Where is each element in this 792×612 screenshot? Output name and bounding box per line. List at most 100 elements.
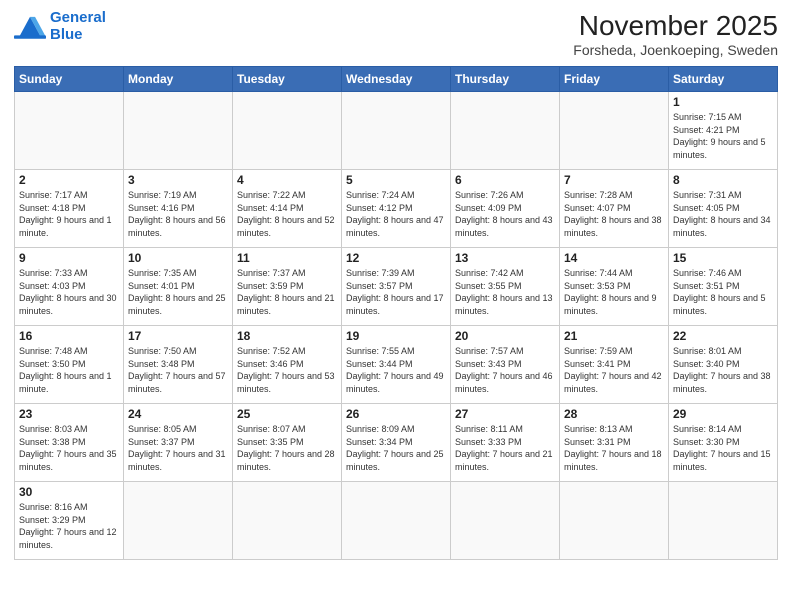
day-cell: 13 Sunrise: 7:42 AM Sunset: 3:55 PM Dayli… [451, 248, 560, 326]
logo-icon [14, 13, 46, 41]
day-number: 9 [19, 251, 119, 265]
day-number: 21 [564, 329, 664, 343]
col-wednesday: Wednesday [342, 67, 451, 92]
day-cell [451, 92, 560, 170]
day-cell: 7 Sunrise: 7:28 AM Sunset: 4:07 PM Daylig… [560, 170, 669, 248]
week-row-3: 16 Sunrise: 7:48 AM Sunset: 3:50 PM Dayli… [15, 326, 778, 404]
day-cell [560, 92, 669, 170]
day-info: Sunrise: 7:44 AM Sunset: 3:53 PM Dayligh… [564, 267, 664, 317]
day-info: Sunrise: 7:42 AM Sunset: 3:55 PM Dayligh… [455, 267, 555, 317]
day-cell: 12Sunrise: 7:39 AM Sunset: 3:57 PM Dayli… [342, 248, 451, 326]
day-cell: 29Sunrise: 8:14 AM Sunset: 3:30 PM Dayli… [669, 404, 778, 482]
day-number: 28 [564, 407, 664, 421]
day-info: Sunrise: 7:55 AM Sunset: 3:44 PM Dayligh… [346, 345, 446, 395]
day-number: 20 [455, 329, 555, 343]
day-number: 23 [19, 407, 119, 421]
title-block: November 2025 Forsheda, Joenkoeping, Swe… [573, 10, 778, 58]
day-number: 27 [455, 407, 555, 421]
day-number: 3 [128, 173, 228, 187]
day-info: Sunrise: 8:01 AM Sunset: 3:40 PM Dayligh… [673, 345, 773, 395]
day-cell: 3Sunrise: 7:19 AM Sunset: 4:16 PM Daylig… [124, 170, 233, 248]
calendar-title: November 2025 [573, 10, 778, 42]
col-tuesday: Tuesday [233, 67, 342, 92]
day-info: Sunrise: 7:50 AM Sunset: 3:48 PM Dayligh… [128, 345, 228, 395]
day-number: 1 [673, 95, 773, 109]
day-number: 5 [346, 173, 446, 187]
calendar-table: Sunday Monday Tuesday Wednesday Thursday… [14, 66, 778, 560]
day-info: Sunrise: 7:35 AM Sunset: 4:01 PM Dayligh… [128, 267, 228, 317]
day-cell [233, 482, 342, 560]
day-cell: 28Sunrise: 8:13 AM Sunset: 3:31 PM Dayli… [560, 404, 669, 482]
day-cell: 19Sunrise: 7:55 AM Sunset: 3:44 PM Dayli… [342, 326, 451, 404]
day-cell [342, 92, 451, 170]
col-sunday: Sunday [15, 67, 124, 92]
day-cell: 30 Sunrise: 8:16 AM Sunset: 3:29 PM Dayli… [15, 482, 124, 560]
day-info: Sunrise: 8:16 AM Sunset: 3:29 PM Dayligh… [19, 501, 119, 551]
logo-text: General Blue [50, 10, 106, 43]
page: General Blue November 2025 Forsheda, Joe… [0, 0, 792, 612]
day-info: Sunrise: 7:37 AM Sunset: 3:59 PM Dayligh… [237, 267, 337, 317]
day-number: 4 [237, 173, 337, 187]
day-cell: 20 Sunrise: 7:57 AM Sunset: 3:43 PM Dayli… [451, 326, 560, 404]
day-cell: 10 Sunrise: 7:35 AM Sunset: 4:01 PM Dayli… [124, 248, 233, 326]
day-cell [342, 482, 451, 560]
col-saturday: Saturday [669, 67, 778, 92]
col-friday: Friday [560, 67, 669, 92]
calendar-subtitle: Forsheda, Joenkoeping, Sweden [573, 42, 778, 58]
day-cell: 25Sunrise: 8:07 AM Sunset: 3:35 PM Dayli… [233, 404, 342, 482]
day-cell [560, 482, 669, 560]
day-cell: 27 Sunrise: 8:11 AM Sunset: 3:33 PM Dayli… [451, 404, 560, 482]
day-info: Sunrise: 7:22 AM Sunset: 4:14 PM Dayligh… [237, 189, 337, 239]
day-number: 15 [673, 251, 773, 265]
day-number: 26 [346, 407, 446, 421]
day-number: 17 [128, 329, 228, 343]
day-cell [15, 92, 124, 170]
col-thursday: Thursday [451, 67, 560, 92]
day-info: Sunrise: 7:24 AM Sunset: 4:12 PM Dayligh… [346, 189, 446, 239]
day-number: 7 [564, 173, 664, 187]
day-cell: 1 Sunrise: 7:15 AM Sunset: 4:21 PM Daylig… [669, 92, 778, 170]
day-info: Sunrise: 8:05 AM Sunset: 3:37 PM Dayligh… [128, 423, 228, 473]
day-number: 10 [128, 251, 228, 265]
day-cell: 17 Sunrise: 7:50 AM Sunset: 3:48 PM Dayli… [124, 326, 233, 404]
week-row-4: 23 Sunrise: 8:03 AM Sunset: 3:38 PM Dayli… [15, 404, 778, 482]
day-number: 13 [455, 251, 555, 265]
day-cell: 16 Sunrise: 7:48 AM Sunset: 3:50 PM Dayli… [15, 326, 124, 404]
day-info: Sunrise: 8:11 AM Sunset: 3:33 PM Dayligh… [455, 423, 555, 473]
day-info: Sunrise: 8:14 AM Sunset: 3:30 PM Dayligh… [673, 423, 773, 473]
day-info: Sunrise: 7:26 AM Sunset: 4:09 PM Dayligh… [455, 189, 555, 239]
day-number: 6 [455, 173, 555, 187]
day-info: Sunrise: 7:17 AM Sunset: 4:18 PM Dayligh… [19, 189, 119, 239]
day-cell: 9Sunrise: 7:33 AM Sunset: 4:03 PM Daylig… [15, 248, 124, 326]
day-info: Sunrise: 7:57 AM Sunset: 3:43 PM Dayligh… [455, 345, 555, 395]
calendar-body: 1 Sunrise: 7:15 AM Sunset: 4:21 PM Daylig… [15, 92, 778, 560]
day-number: 11 [237, 251, 337, 265]
day-number: 24 [128, 407, 228, 421]
day-number: 16 [19, 329, 119, 343]
day-cell: 18Sunrise: 7:52 AM Sunset: 3:46 PM Dayli… [233, 326, 342, 404]
week-row-5: 30 Sunrise: 8:16 AM Sunset: 3:29 PM Dayli… [15, 482, 778, 560]
day-number: 22 [673, 329, 773, 343]
day-info: Sunrise: 7:31 AM Sunset: 4:05 PM Dayligh… [673, 189, 773, 239]
day-info: Sunrise: 8:09 AM Sunset: 3:34 PM Dayligh… [346, 423, 446, 473]
day-info: Sunrise: 8:03 AM Sunset: 3:38 PM Dayligh… [19, 423, 119, 473]
day-cell [233, 92, 342, 170]
day-info: Sunrise: 8:07 AM Sunset: 3:35 PM Dayligh… [237, 423, 337, 473]
day-cell: 21 Sunrise: 7:59 AM Sunset: 3:41 PM Dayli… [560, 326, 669, 404]
logo-blue: Blue [50, 26, 83, 43]
day-cell: 4 Sunrise: 7:22 AM Sunset: 4:14 PM Daylig… [233, 170, 342, 248]
day-cell: 23 Sunrise: 8:03 AM Sunset: 3:38 PM Dayli… [15, 404, 124, 482]
day-info: Sunrise: 7:28 AM Sunset: 4:07 PM Dayligh… [564, 189, 664, 239]
day-info: Sunrise: 7:15 AM Sunset: 4:21 PM Dayligh… [673, 111, 773, 161]
day-info: Sunrise: 7:59 AM Sunset: 3:41 PM Dayligh… [564, 345, 664, 395]
day-info: Sunrise: 7:48 AM Sunset: 3:50 PM Dayligh… [19, 345, 119, 395]
day-cell [669, 482, 778, 560]
day-cell: 2Sunrise: 7:17 AM Sunset: 4:18 PM Daylig… [15, 170, 124, 248]
week-row-1: 2Sunrise: 7:17 AM Sunset: 4:18 PM Daylig… [15, 170, 778, 248]
logo-general: General [50, 9, 106, 26]
day-cell: 15Sunrise: 7:46 AM Sunset: 3:51 PM Dayli… [669, 248, 778, 326]
day-info: Sunrise: 7:39 AM Sunset: 3:57 PM Dayligh… [346, 267, 446, 317]
day-number: 18 [237, 329, 337, 343]
day-number: 30 [19, 485, 119, 499]
day-cell: 24 Sunrise: 8:05 AM Sunset: 3:37 PM Dayli… [124, 404, 233, 482]
